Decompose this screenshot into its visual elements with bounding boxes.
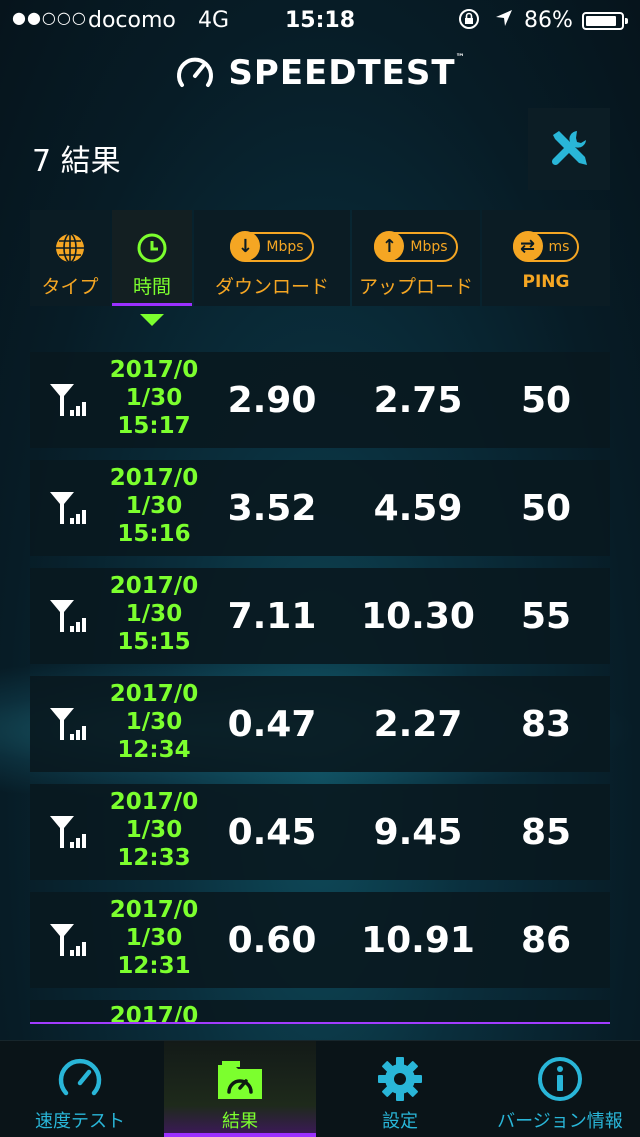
column-time[interactable]: 時間 [112, 210, 192, 306]
location-arrow-icon [494, 8, 514, 33]
info-icon [538, 1057, 582, 1101]
upload-value: 2.75 [373, 380, 463, 421]
result-row[interactable]: 2017/0 1/30 15:15 7.11 10.30 55 [30, 568, 610, 664]
arrow-down-icon: ↓ [230, 231, 261, 261]
app-name: SPEEDTEST™ [228, 53, 466, 93]
ping-value: 55 [520, 596, 572, 637]
result-row[interactable]: 2017/0 1/30 15:16 3.52 4.59 50 [30, 460, 610, 556]
cellular-signal-icon [50, 384, 86, 416]
status-bar: ●●○○○ docomo 4G 15:18 86% [0, 0, 640, 40]
download-value: 0.45 [227, 812, 317, 853]
upload-value: 9.45 [373, 812, 463, 853]
column-ping-label: PING [522, 272, 570, 292]
cellular-signal-icon [50, 600, 86, 632]
cellular-signal-icon [50, 708, 86, 740]
column-upload-label: アップロード [358, 276, 473, 298]
download-value: 0.47 [227, 704, 317, 745]
upload-value: 2.27 [373, 704, 463, 745]
tools-button[interactable] [528, 108, 610, 190]
ping-value: 50 [520, 488, 572, 529]
ping-arrows-icon: ⇄ [512, 231, 543, 261]
column-upload[interactable]: ↑ Mbps アップロード [352, 210, 480, 306]
tab-results-label: 結果 [222, 1111, 258, 1132]
arrow-up-icon: ↑ [374, 231, 405, 261]
download-value: 2.90 [227, 380, 317, 421]
results-count-title: 7 結果 [32, 144, 121, 179]
result-timestamp: 2017/0 1/30 12:34 [109, 681, 199, 763]
clock-icon [137, 233, 167, 263]
result-timestamp: 2017/0 [109, 1003, 199, 1024]
tab-speed-test[interactable]: 速度テスト [0, 1041, 160, 1137]
upload-value: 10.30 [361, 596, 475, 637]
result-row[interactable]: 2017/0 1/30 12:31 0.60 10.91 86 [30, 892, 610, 988]
upload-value: 10.91 [361, 920, 475, 961]
ping-value: 86 [520, 920, 572, 961]
rotation-lock-icon [458, 8, 480, 35]
result-timestamp: 2017/0 1/30 15:17 [109, 357, 199, 439]
column-type[interactable]: タイプ [30, 210, 110, 306]
download-value: 3.52 [227, 488, 317, 529]
tab-settings[interactable]: 設定 [320, 1041, 480, 1137]
ping-value: 83 [520, 704, 572, 745]
result-row[interactable]: 2017/0 1/30 15:17 2.90 2.75 50 [30, 352, 610, 448]
result-row[interactable]: 2017/0 [30, 1000, 610, 1024]
column-type-label: タイプ [41, 276, 99, 298]
ping-value: 85 [520, 812, 572, 853]
tab-settings-label: 設定 [382, 1111, 418, 1132]
download-value: 7.11 [227, 596, 317, 637]
gear-icon [378, 1057, 422, 1101]
result-row[interactable]: 2017/0 1/30 12:34 0.47 2.27 83 [30, 676, 610, 772]
ping-unit-pill: ⇄ ms [512, 231, 580, 262]
upload-unit-pill: ↑ Mbps [374, 231, 458, 262]
download-value: 0.60 [227, 920, 317, 961]
column-time-label: 時間 [132, 276, 171, 298]
wrench-screwdriver-icon [551, 131, 587, 166]
result-timestamp: 2017/0 1/30 15:15 [109, 573, 199, 655]
speedometer-icon [58, 1058, 102, 1096]
tab-results[interactable]: 結果 [164, 1041, 316, 1137]
result-timestamp: 2017/0 1/30 12:31 [109, 897, 199, 979]
battery-icon [582, 12, 628, 30]
cellular-signal-icon [50, 924, 86, 956]
globe-icon [56, 233, 84, 263]
tab-speed-test-label: 速度テスト [35, 1111, 125, 1132]
cellular-signal-icon [50, 816, 86, 848]
app-logo: SPEEDTEST™ [0, 52, 640, 96]
result-timestamp: 2017/0 1/30 15:16 [109, 465, 199, 547]
result-row[interactable]: 2017/0 1/30 12:33 0.45 9.45 85 [30, 784, 610, 880]
results-folder-icon [218, 1061, 262, 1099]
tab-version-info[interactable]: バージョン情報 [480, 1041, 640, 1137]
sort-indicator-icon [140, 314, 164, 326]
result-timestamp: 2017/0 1/30 12:33 [109, 789, 199, 871]
tab-version-info-label: バージョン情報 [497, 1111, 623, 1132]
column-download[interactable]: ↓ Mbps ダウンロード [194, 210, 350, 306]
ping-value: 50 [520, 380, 572, 421]
speedometer-logo-icon [177, 57, 214, 87]
column-ping[interactable]: ⇄ ms PING [482, 210, 610, 306]
tab-bar: 速度テスト 結果 設定 バージョン情報 [0, 1040, 640, 1137]
upload-value: 4.59 [373, 488, 463, 529]
battery-percent: 86% [524, 8, 573, 33]
download-unit-pill: ↓ Mbps [230, 231, 314, 262]
cellular-signal-icon [50, 492, 86, 524]
column-download-label: ダウンロード [214, 276, 329, 298]
